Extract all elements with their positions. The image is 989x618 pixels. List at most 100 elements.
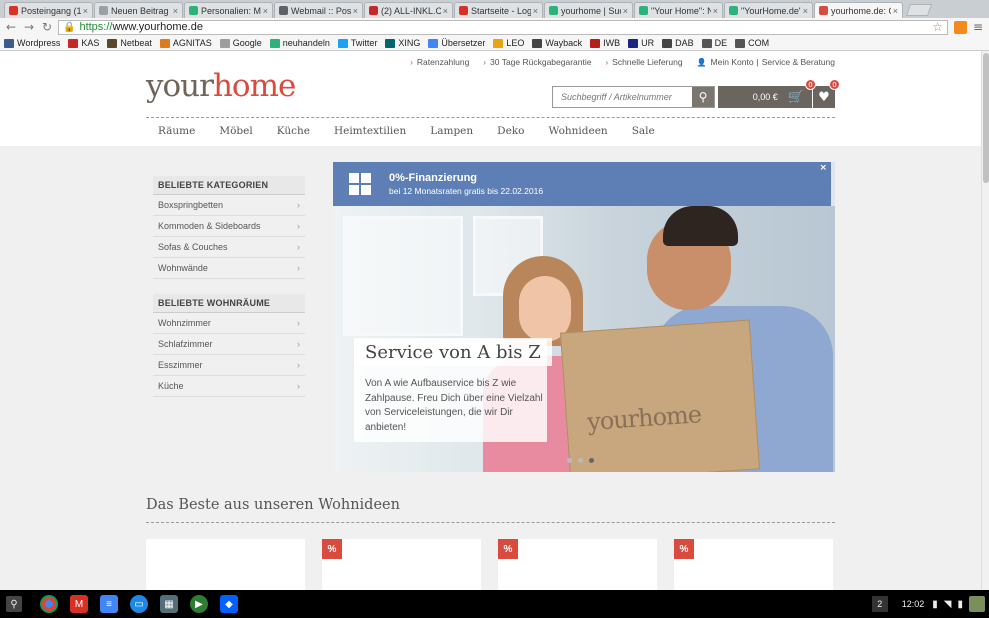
- financing-banner[interactable]: 0%-Finanzierung bei 12 Monatsraten grati…: [333, 162, 831, 206]
- bookmark-item[interactable]: Wordpress: [4, 38, 60, 48]
- close-icon[interactable]: ×: [819, 163, 827, 173]
- nav-item[interactable]: Wohnideen: [536, 125, 619, 137]
- bookmark-item[interactable]: AGNITAS: [159, 38, 212, 48]
- sidebar-item[interactable]: Esszimmer ›: [153, 355, 305, 376]
- browser-tab[interactable]: Startseite - LogRe×: [454, 2, 543, 18]
- close-icon[interactable]: ×: [713, 6, 718, 16]
- bookmark-item[interactable]: Übersetzer: [428, 38, 485, 48]
- close-icon[interactable]: ×: [623, 6, 628, 16]
- search-button[interactable]: ⚲: [692, 87, 714, 107]
- bookmark-item[interactable]: COM: [735, 38, 769, 48]
- tab-favicon-icon: [189, 6, 198, 15]
- browser-tab[interactable]: Neuen Beitrag ers×: [94, 2, 183, 18]
- browser-tab[interactable]: Webmail :: Posteir×: [274, 2, 363, 18]
- back-arrow-icon[interactable]: ←: [4, 20, 18, 34]
- bookmark-item[interactable]: Twitter: [337, 38, 377, 48]
- nav-item[interactable]: Lampen: [418, 125, 485, 137]
- browser-tab[interactable]: yourhome.de: Onli×: [814, 2, 903, 18]
- slider-dot[interactable]: [589, 458, 594, 463]
- service-link[interactable]: Service & Beratung: [762, 57, 835, 67]
- bookmark-item[interactable]: LEO: [493, 38, 524, 48]
- chevron-right-icon: ›: [297, 221, 300, 231]
- browser-tab[interactable]: (2) ALL-INKL.COM×: [364, 2, 453, 18]
- sidebar-item[interactable]: Sofas & Couches ›: [153, 237, 305, 258]
- close-icon[interactable]: ×: [263, 6, 268, 16]
- bookmark-star-icon[interactable]: ☆: [932, 20, 943, 34]
- slider-dot[interactable]: [567, 458, 572, 463]
- sidebar-item[interactable]: Boxspringbetten ›: [153, 195, 305, 216]
- close-icon[interactable]: ×: [353, 6, 358, 16]
- bookmark-item[interactable]: Google: [219, 38, 262, 48]
- bookmark-item[interactable]: DE: [701, 38, 727, 48]
- tab-favicon-icon: [279, 6, 288, 15]
- close-icon[interactable]: ×: [173, 6, 178, 16]
- nav-item[interactable]: Möbel: [207, 125, 264, 137]
- nav-item[interactable]: Deko: [485, 125, 536, 137]
- cart-icon: 🛒: [787, 89, 804, 104]
- close-icon[interactable]: ×: [83, 6, 88, 16]
- url-scheme: https://: [79, 21, 113, 33]
- status-tray[interactable]: 2 12:02 ▮ ◥ ▮: [871, 596, 989, 612]
- launcher-search-icon[interactable]: ⚲: [6, 596, 22, 612]
- close-icon[interactable]: ×: [443, 6, 448, 16]
- meta-ratenzahlung[interactable]: › Ratenzahlung: [410, 57, 469, 67]
- bookmark-item[interactable]: Wayback: [532, 38, 582, 48]
- cart-button[interactable]: 0,00 € 🛒: [718, 86, 812, 108]
- gmail-app-icon[interactable]: M: [70, 595, 88, 613]
- forward-arrow-icon[interactable]: →: [22, 20, 36, 34]
- bookmark-item[interactable]: IWB: [590, 38, 620, 48]
- sidebar-item[interactable]: Wohnwände ›: [153, 258, 305, 279]
- nav-item[interactable]: Sale: [620, 125, 667, 137]
- hero-slider[interactable]: 0%-Finanzierung bei 12 Monatsraten grati…: [333, 162, 835, 472]
- sidebar-item[interactable]: Küche ›: [153, 376, 305, 397]
- extension-icon[interactable]: [954, 20, 967, 34]
- bookmark-item[interactable]: UR: [628, 38, 654, 48]
- tab-favicon-icon: [99, 6, 108, 15]
- dropbox-app-icon[interactable]: ◆: [220, 595, 238, 613]
- chevron-right-icon: ›: [605, 57, 609, 67]
- bookmark-item[interactable]: KAS: [68, 38, 99, 48]
- new-tab-button[interactable]: [905, 4, 933, 16]
- close-icon[interactable]: ×: [803, 6, 808, 16]
- close-icon[interactable]: ×: [533, 6, 538, 16]
- product-row: %%%: [146, 539, 850, 590]
- browser-tab[interactable]: "Your Home": Neu×: [634, 2, 723, 18]
- my-account-link[interactable]: Mein Konto: [711, 57, 754, 67]
- play-app-icon[interactable]: ▶: [190, 595, 208, 613]
- bookmark-item[interactable]: XING: [385, 38, 420, 48]
- chrome-app-icon[interactable]: [40, 595, 58, 613]
- nav-item[interactable]: Räume: [146, 125, 207, 137]
- bookmark-label: Übersetzer: [441, 38, 486, 48]
- sidebar-item[interactable]: Kommoden & Sideboards ›: [153, 216, 305, 237]
- nav-item[interactable]: Küche: [265, 125, 322, 137]
- sidebar-item[interactable]: Schlafzimmer ›: [153, 334, 305, 355]
- product-card[interactable]: %: [322, 539, 481, 590]
- avatar[interactable]: [969, 596, 985, 612]
- browser-tab[interactable]: Personalien: Miste×: [184, 2, 273, 18]
- app-launcher-icon[interactable]: ▦: [160, 595, 178, 613]
- meta-lieferung[interactable]: › Schnelle Lieferung: [605, 57, 682, 67]
- product-card[interactable]: %: [498, 539, 657, 590]
- bookmark-item[interactable]: DAB: [662, 38, 694, 48]
- sidebar-item[interactable]: Wohnzimmer ›: [153, 313, 305, 334]
- browser-tab[interactable]: Posteingang (1) -×: [4, 2, 93, 18]
- close-icon[interactable]: ×: [893, 6, 898, 16]
- bookmark-item[interactable]: neuhandeln: [269, 38, 330, 48]
- scrollbar-thumb[interactable]: [983, 53, 989, 183]
- slider-dot[interactable]: [578, 458, 583, 463]
- search-input[interactable]: [553, 87, 692, 107]
- bookmark-item[interactable]: Netbeat: [107, 38, 152, 48]
- nav-item[interactable]: Heimtextilien: [322, 125, 418, 137]
- address-bar[interactable]: 🔒 https:// www.yourhome.de ☆: [58, 19, 948, 35]
- meta-rueckgabe[interactable]: › 30 Tage Rückgabegarantie: [483, 57, 591, 67]
- files-app-icon[interactable]: ▭: [130, 595, 148, 613]
- docs-app-icon[interactable]: ≡: [100, 595, 118, 613]
- reload-icon[interactable]: ↻: [40, 20, 54, 34]
- menu-icon[interactable]: ≡: [971, 20, 985, 34]
- product-card[interactable]: %: [674, 539, 833, 590]
- page-scrollbar[interactable]: [981, 51, 989, 590]
- browser-tab[interactable]: yourhome | Suche×: [544, 2, 633, 18]
- browser-tab[interactable]: "YourHome.de": h×: [724, 2, 813, 18]
- product-card[interactable]: [146, 539, 305, 590]
- site-logo[interactable]: yourhome: [146, 68, 296, 104]
